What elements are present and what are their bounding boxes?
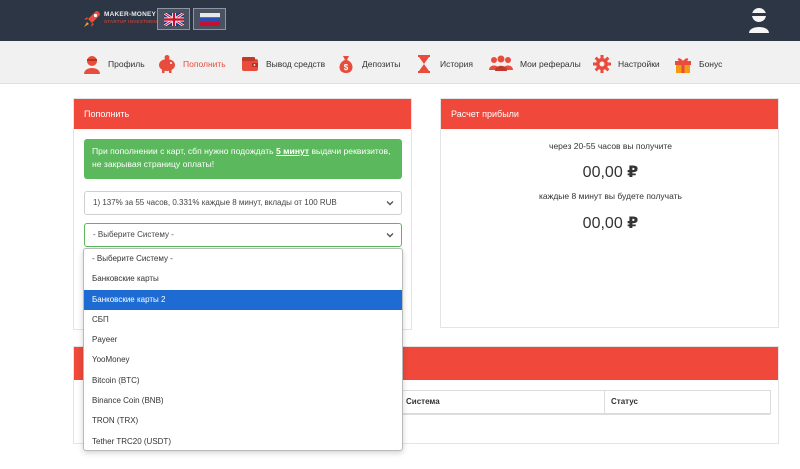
nav-item-profile[interactable]: Профиль [82,52,145,76]
nav-label: Депозиты [362,59,401,69]
profit-amount-periodic-value: 00,00 [582,215,623,232]
currency-symbol: ₽ [627,164,639,181]
wallet-icon [242,57,258,71]
people-icon [489,55,513,71]
dropdown-option-tron[interactable]: TRON (TRX) [84,411,402,431]
profit-line-2: каждые 8 минут вы будете получать [539,191,682,201]
dropdown-option-binance-coin[interactable]: Binance Coin (BNB) [84,391,402,411]
dropdown-option-payeer[interactable]: Payeer [84,330,402,350]
profit-amount-periodic: 00,00 ₽ [441,213,780,233]
dropdown-option-placeholder[interactable]: - Выберите Систему - [84,249,402,269]
chevron-down-icon [386,233,394,238]
gear-icon [593,55,611,73]
svg-text:$: $ [344,63,349,72]
nav-label: Бонус [699,59,723,69]
uk-flag-icon [163,12,184,26]
deposit-alert: При пополнении с карт, сбп нужно подожда… [84,139,402,179]
main-nav: Профиль Пополнить Вывод средств $ Депози… [0,41,800,84]
nav-item-history[interactable]: История [414,52,473,76]
nav-label: Настройки [618,59,660,69]
payment-system-dropdown[interactable]: - Выберите Систему - Банковские карты Ба… [83,248,403,451]
dropdown-option-bank-cards[interactable]: Банковские карты [84,269,402,289]
money-bag-icon: $ [339,56,353,73]
profit-panel: Расчет прибыли через 20-55 часов вы полу… [440,98,779,328]
gift-icon [675,58,691,73]
nav-label: Пополнить [183,59,226,69]
profit-amount-total: 00,00 ₽ [441,162,780,182]
nav-item-withdraw[interactable]: Вывод средств [240,52,325,76]
nav-item-deposits[interactable]: $ Депозиты [336,52,400,76]
chevron-down-icon [386,201,394,206]
profit-amount-total-value: 00,00 [582,164,623,181]
ru-flag-icon [199,12,220,26]
nav-item-deposit[interactable]: Пополнить [157,52,226,76]
language-ru-button[interactable] [193,8,226,30]
nav-item-bonus[interactable]: Бонус [673,52,722,76]
top-bar: MAKER-MONEY STARTUP INVESTMENTS [0,0,800,41]
rocket-icon [84,11,100,27]
dropdown-option-sbp[interactable]: СБП [84,310,402,330]
deposit-panel-title: Пополнить [74,99,411,129]
nav-item-referrals[interactable]: Мои рефералы [488,52,581,76]
tariff-select-value: 1) 137% за 55 часов, 0.331% каждые 8 мин… [93,198,337,207]
profit-line-1: через 20-55 часов вы получите [549,141,672,151]
dropdown-option-bank-cards-2[interactable]: Банковские карты 2 [84,289,402,310]
currency-symbol: ₽ [627,215,639,232]
alert-text-prefix: При пополнении с карт, сбп нужно подожда… [92,146,277,156]
logo[interactable]: MAKER-MONEY STARTUP INVESTMENTS [82,9,163,31]
payment-system-select-value: - Выберите Систему - [93,230,174,239]
brand-tagline: STARTUP INVESTMENTS [104,19,164,24]
history-col-system: Система [399,391,604,413]
profit-panel-title: Расчет прибыли [441,99,778,129]
nav-item-settings[interactable]: Настройки [592,52,660,76]
brand-name: MAKER-MONEY [104,11,157,18]
dropdown-option-yoomoney[interactable]: YooMoney [84,350,402,370]
nav-label: История [440,59,473,69]
nav-label: Профиль [108,59,145,69]
payment-system-select[interactable]: - Выберите Систему - [84,223,402,247]
dropdown-option-tether-trc20[interactable]: Tether TRC20 (USDT) [84,432,402,450]
tariff-select[interactable]: 1) 137% за 55 часов, 0.331% каждые 8 мин… [84,191,402,215]
user-avatar-icon[interactable] [748,7,770,33]
piggy-bank-icon [159,55,175,73]
hourglass-icon [418,55,430,73]
dropdown-option-bitcoin[interactable]: Bitcoin (BTC) [84,371,402,391]
nav-label: Мои рефералы [520,59,581,69]
history-col-status: Статус [604,391,770,413]
alert-text-bold: 5 минут [276,146,310,156]
nav-label: Вывод средств [266,59,326,69]
language-en-button[interactable] [157,8,190,30]
user-icon [84,56,100,74]
